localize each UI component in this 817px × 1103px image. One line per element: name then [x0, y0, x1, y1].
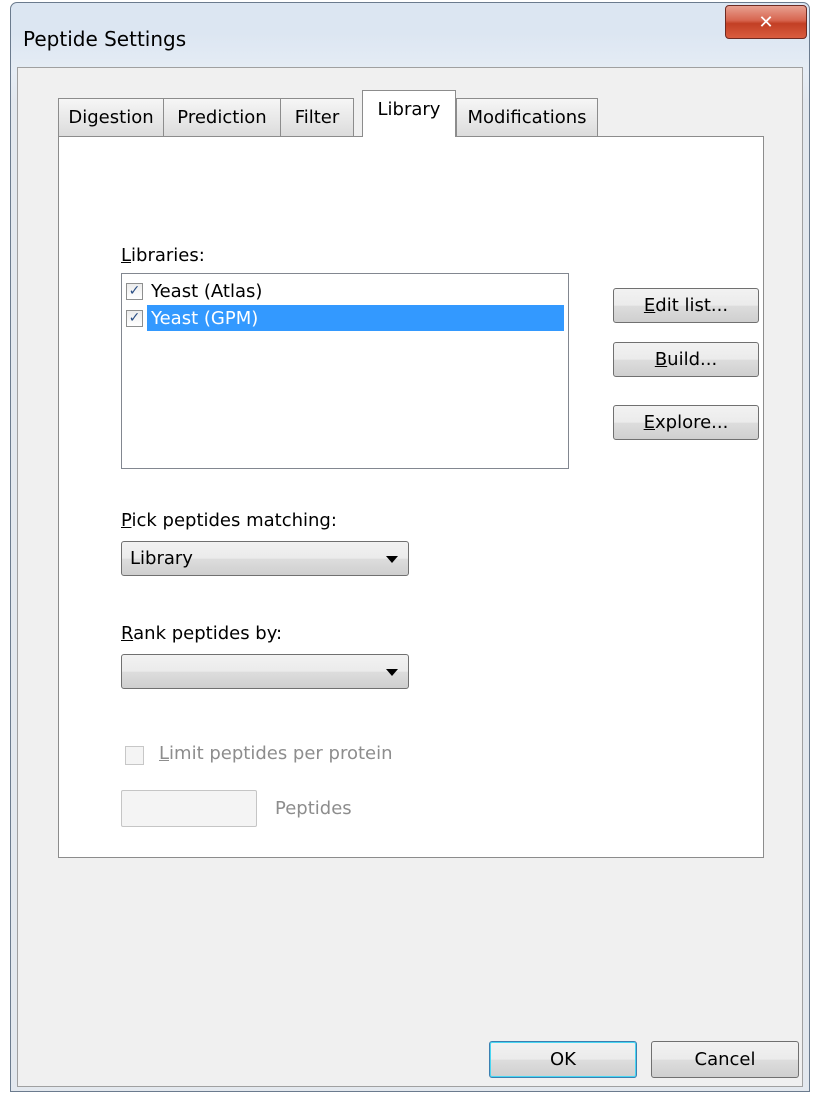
tab-modifications[interactable]: Modifications: [456, 98, 598, 136]
close-button[interactable]: ✕: [725, 5, 807, 39]
mnemonic: L: [159, 743, 170, 764]
cancel-button[interactable]: Cancel: [651, 1041, 799, 1078]
tab-label: Modifications: [467, 107, 587, 128]
tab-prediction[interactable]: Prediction: [163, 98, 281, 136]
label-text: ank peptides by:: [133, 623, 283, 644]
tab-label: Prediction: [177, 107, 267, 128]
button-label: dit list...: [655, 295, 729, 316]
library-name: Yeast (GPM): [147, 305, 564, 331]
checkmark-icon: ✓: [128, 310, 141, 326]
mnemonic: L: [121, 245, 132, 266]
checkmark-icon: ✓: [128, 283, 141, 299]
ok-button[interactable]: OK: [489, 1041, 637, 1078]
tab-library[interactable]: Library: [362, 90, 456, 137]
tab-label: Library: [377, 99, 441, 120]
list-item[interactable]: ✓ Yeast (Atlas): [126, 278, 564, 304]
tab-label: Filter: [294, 107, 340, 128]
library-checkbox[interactable]: ✓: [126, 282, 143, 300]
tab-filter[interactable]: Filter: [280, 98, 354, 136]
explore-button[interactable]: Explore...: [613, 405, 759, 440]
pick-peptides-combo[interactable]: Library: [121, 541, 409, 576]
chevron-down-icon: [386, 668, 398, 676]
limit-peptides-label: Limit peptides per protein: [159, 743, 393, 764]
library-tab-panel: Libraries: ✓ Yeast (Atlas) ✓ Yeast (GPM)…: [58, 136, 764, 858]
rank-peptides-label: Rank peptides by:: [121, 623, 282, 644]
close-icon: ✕: [758, 11, 774, 33]
tab-digestion[interactable]: Digestion: [58, 98, 164, 136]
dialog-client: Digestion Prediction Filter Library Modi…: [17, 67, 803, 1087]
mnemonic: P: [121, 510, 132, 531]
tab-label: Digestion: [68, 107, 154, 128]
build-button[interactable]: Build...: [613, 342, 759, 377]
list-item[interactable]: ✓ Yeast (GPM): [126, 305, 564, 331]
mnemonic: R: [121, 623, 134, 644]
peptides-unit-label: Peptides: [275, 798, 352, 819]
libraries-listbox[interactable]: ✓ Yeast (Atlas) ✓ Yeast (GPM): [121, 273, 569, 469]
window-title: Peptide Settings: [23, 27, 187, 51]
dialog-window: Peptide Settings ✕ Digestion Prediction …: [10, 2, 810, 1092]
mnemonic: B: [654, 349, 668, 370]
mnemonic: E: [643, 295, 656, 316]
label-text: ick peptides matching:: [131, 510, 337, 531]
peptides-count-input[interactable]: [121, 790, 257, 827]
library-checkbox[interactable]: ✓: [126, 309, 143, 327]
label-text: ibraries:: [131, 245, 205, 266]
edit-list-button[interactable]: Edit list...: [613, 288, 759, 323]
combo-value: Library: [130, 548, 193, 569]
button-label: uild...: [667, 349, 718, 370]
libraries-label: Libraries:: [121, 245, 205, 266]
limit-peptides-checkbox[interactable]: [125, 746, 144, 765]
label-text: imit peptides per protein: [169, 743, 393, 764]
chevron-down-icon: [386, 555, 398, 563]
mnemonic: E: [643, 412, 656, 433]
button-label: xplore...: [655, 412, 729, 433]
pick-peptides-label: Pick peptides matching:: [121, 510, 337, 531]
rank-peptides-combo[interactable]: [121, 654, 409, 689]
library-name: Yeast (Atlas): [151, 280, 263, 302]
